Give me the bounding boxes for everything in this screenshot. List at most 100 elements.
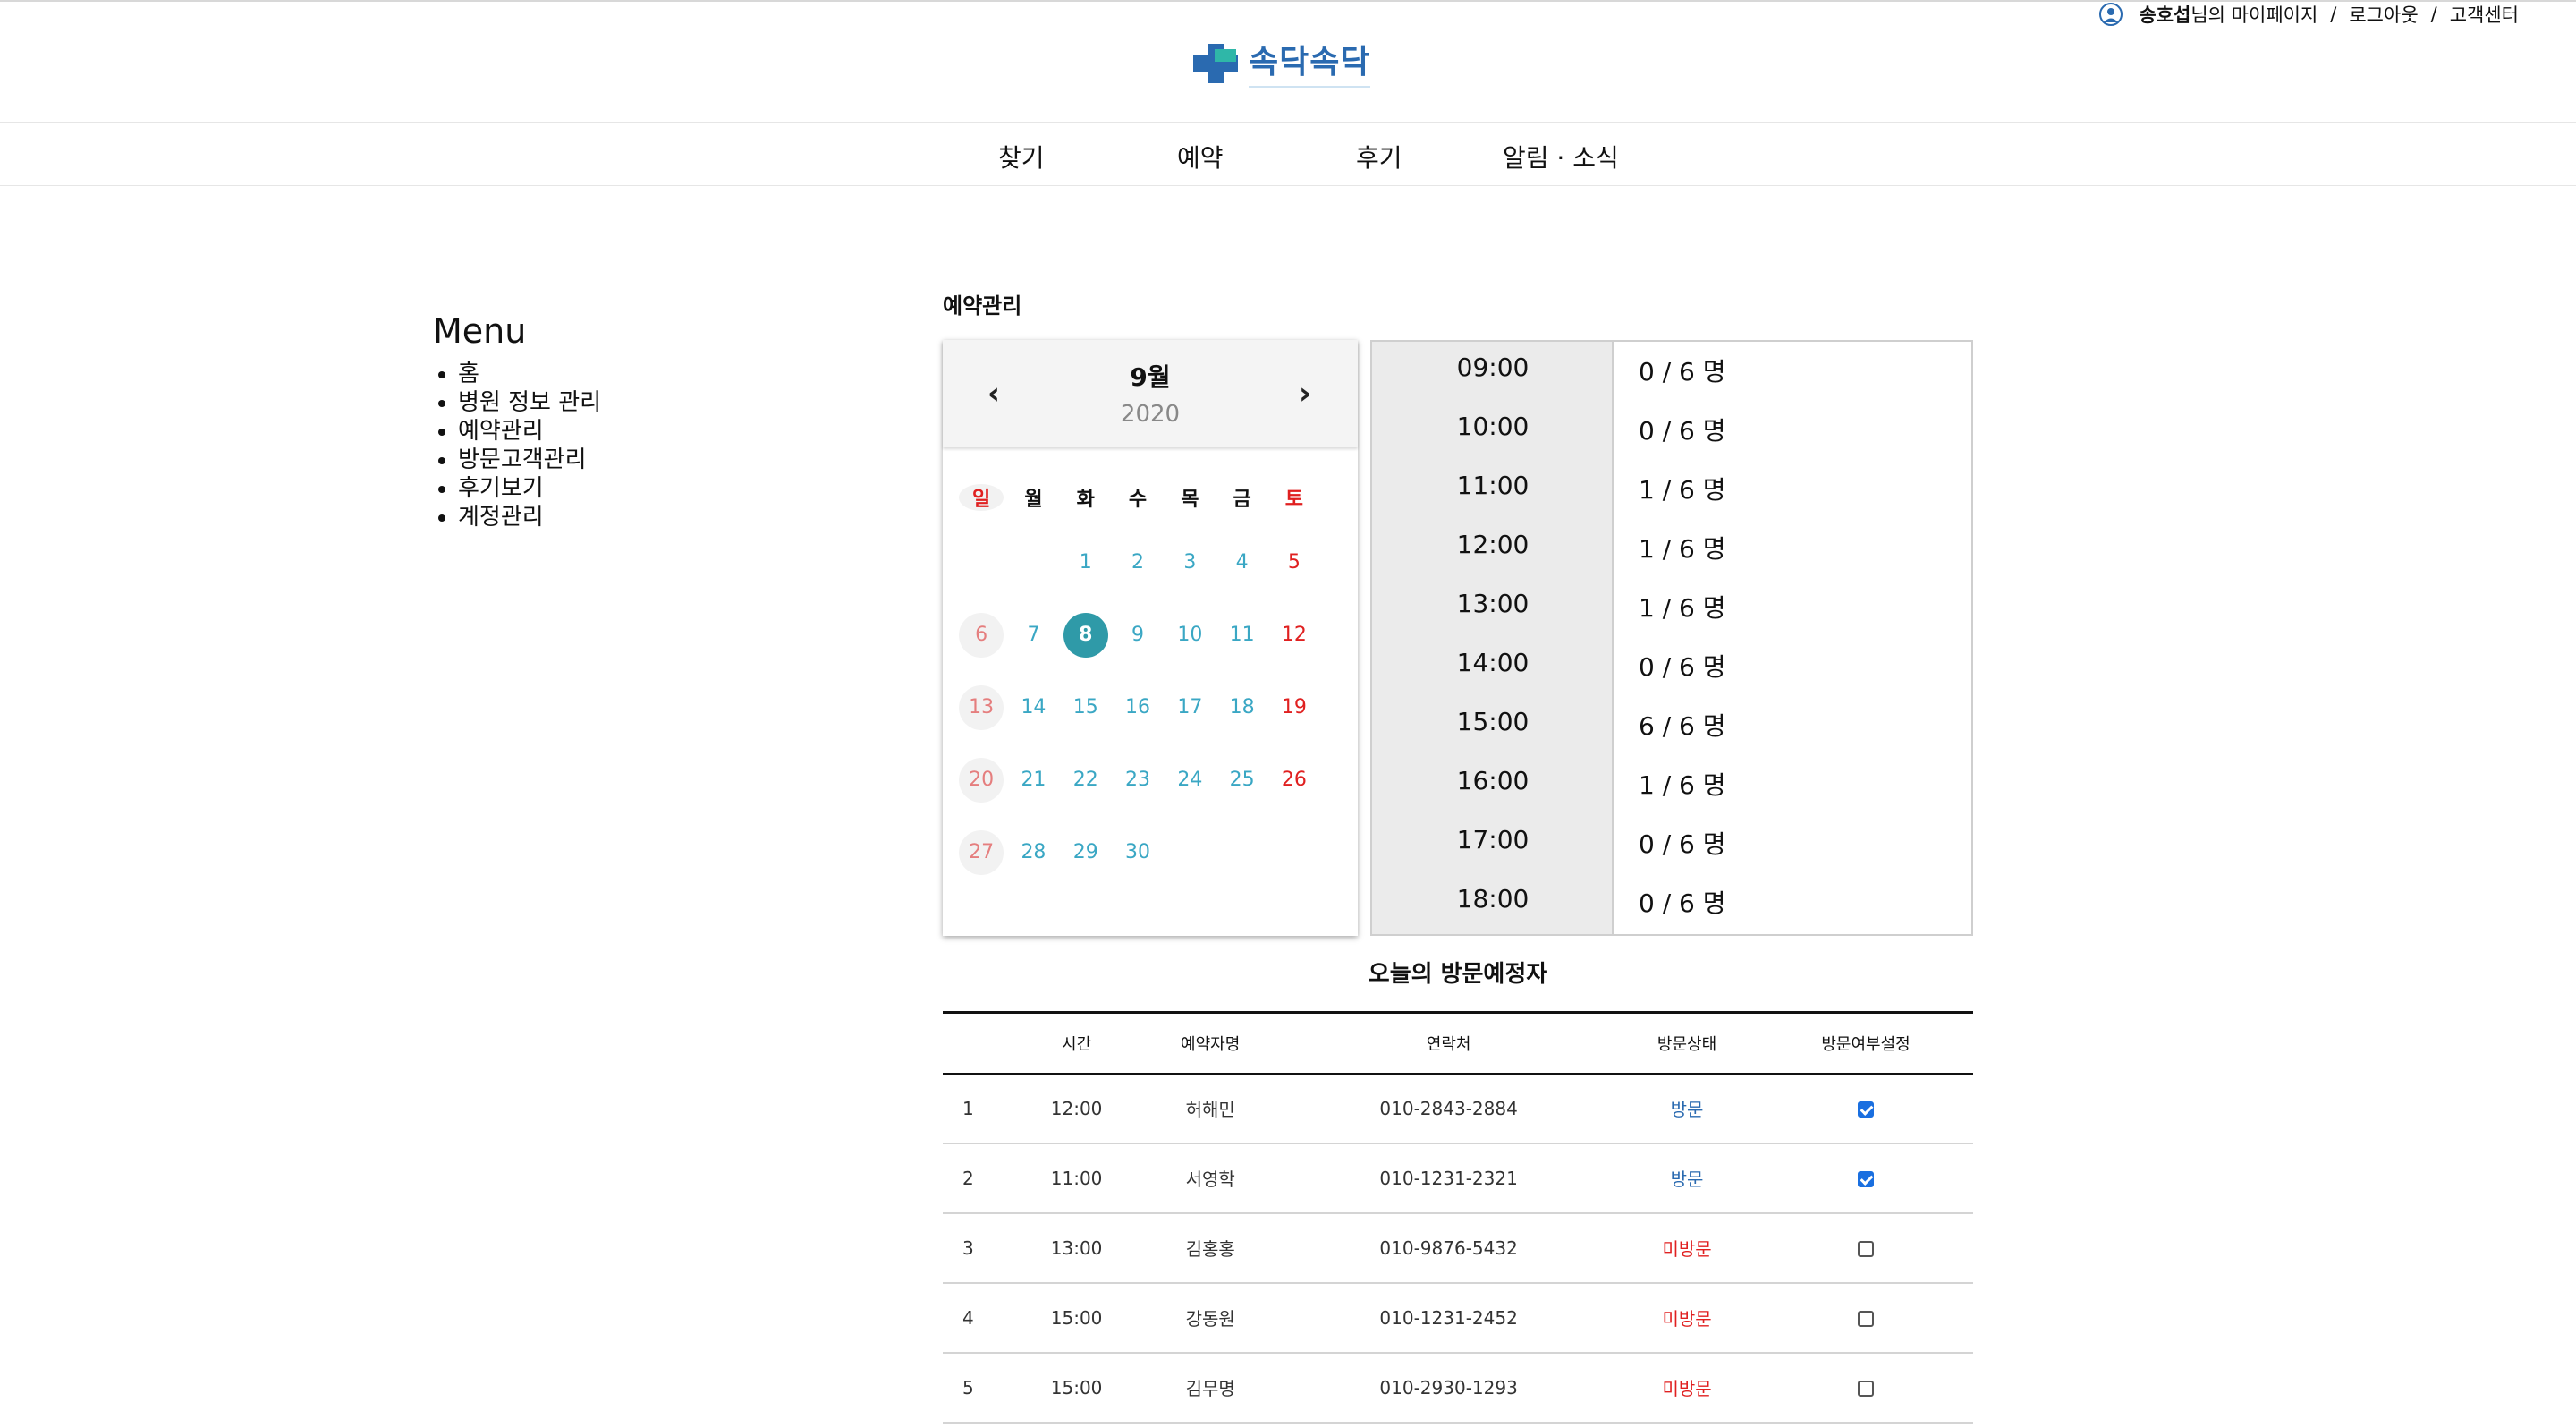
calendar-day[interactable]: 22 — [1060, 758, 1112, 803]
calendar-day[interactable]: 29 — [1060, 830, 1112, 875]
time-slot-count: 0 / 6 명 — [1639, 888, 1726, 918]
calendar-day-number: 29 — [1072, 841, 1098, 863]
calendar-day-number: 16 — [1125, 696, 1151, 718]
calendar-day-number: 4 — [1235, 551, 1249, 574]
calendar-day[interactable]: 28 — [1007, 830, 1059, 875]
phone-number: 010-2843-2884 — [1379, 1097, 1518, 1119]
time-slot-row[interactable]: 13:00 1 / 6 명 — [1372, 578, 1971, 637]
calendar-day[interactable]: 8 — [1060, 612, 1112, 658]
calendar-day-number — [959, 540, 1004, 585]
time-slot-row[interactable]: 16:00 1 / 6 명 — [1372, 755, 1971, 814]
visit-checkbox[interactable] — [1858, 1381, 1875, 1397]
calendar-day[interactable]: 3 — [1164, 540, 1216, 585]
weekday-label: 목 — [1164, 484, 1216, 511]
visit-checkbox[interactable] — [1858, 1101, 1875, 1118]
sidebar-item-home[interactable]: 홈 — [458, 360, 601, 388]
time-slot-table: 09:00 0 / 6 명 10:00 0 / 6 명 11:00 1 / 6 명 12:0… — [1370, 340, 1973, 936]
calendar-day[interactable]: 10 — [1164, 613, 1216, 658]
separator: / — [2330, 4, 2337, 25]
time-slot-time: 14:00 — [1456, 648, 1530, 677]
column-header: 방문상태 — [1657, 1034, 1717, 1054]
calendar-day[interactable]: 2 — [1112, 540, 1164, 585]
calendar-day-number: 5 — [1287, 551, 1301, 574]
visit-checkbox[interactable] — [1858, 1241, 1875, 1257]
time-slot-time: 13:00 — [1456, 589, 1530, 618]
time-slot-time: 10:00 — [1456, 412, 1530, 441]
visit-toggle-cell — [1758, 1143, 1973, 1213]
calendar-day[interactable]: 1 — [1060, 540, 1112, 585]
calendar-day-number: 23 — [1125, 769, 1151, 791]
calendar-day[interactable]: 16 — [1112, 685, 1164, 730]
weekday-text: 화 — [1076, 489, 1095, 511]
calendar-day[interactable]: 25 — [1216, 758, 1267, 803]
weekday-text: 목 — [1181, 489, 1199, 511]
calendar-day-number: 8 — [1063, 612, 1108, 658]
calendar-day-number: 24 — [1177, 769, 1203, 791]
user-icon — [2099, 3, 2123, 26]
calendar-day[interactable]: 13 — [955, 684, 1007, 730]
time-slot-row[interactable]: 11:00 1 / 6 명 — [1372, 460, 1971, 519]
sidebar-item-account[interactable]: 계정관리 — [458, 503, 601, 531]
patient-name: 서영학 — [1185, 1169, 1235, 1190]
calendar-day[interactable]: 30 — [1112, 830, 1164, 875]
mypage-link[interactable]: 송호섭님의 마이페이지 — [2139, 1, 2318, 28]
calendar-day-number — [1011, 540, 1055, 585]
visit-time: 13:00 — [1050, 1237, 1103, 1259]
calendar-day[interactable]: 15 — [1060, 685, 1112, 730]
time-slot-row[interactable]: 17:00 0 / 6 명 — [1372, 814, 1971, 873]
calendar-day-number: 12 — [1281, 624, 1307, 646]
time-slot-row[interactable]: 09:00 0 / 6 명 — [1372, 342, 1971, 401]
calendar-day-number: 2 — [1131, 551, 1145, 574]
calendar-day[interactable]: 5 — [1268, 540, 1320, 585]
calendar-day-number: 22 — [1072, 769, 1098, 791]
calendar-day-number: 19 — [1281, 696, 1307, 718]
calendar-empty-cell — [1164, 830, 1216, 875]
mypage-label: 님의 마이페이지 — [2190, 4, 2318, 26]
calendar-day[interactable]: 27 — [955, 829, 1007, 875]
sidebar-item-reservations[interactable]: 예약관리 — [458, 417, 601, 446]
calendar-day[interactable]: 19 — [1268, 685, 1320, 730]
nav-item-find[interactable]: 찾기 — [998, 139, 1045, 174]
calendar-day[interactable]: 9 — [1112, 613, 1164, 658]
visit-checkbox[interactable] — [1858, 1171, 1875, 1187]
nav-item-reviews[interactable]: 후기 — [1356, 139, 1402, 174]
time-slot-row[interactable]: 12:00 1 / 6 명 — [1372, 519, 1971, 578]
chevron-right-icon[interactable]: › — [1292, 376, 1318, 412]
sidebar-item-reviews[interactable]: 후기보기 — [458, 474, 601, 503]
calendar-day[interactable]: 12 — [1268, 613, 1320, 658]
calendar-day-number: 28 — [1021, 841, 1046, 863]
time-slot-row[interactable]: 15:00 6 / 6 명 — [1372, 696, 1971, 755]
time-slot-row[interactable]: 14:00 0 / 6 명 — [1372, 637, 1971, 696]
calendar-day[interactable]: 14 — [1007, 685, 1059, 730]
sidebar-item-visitors[interactable]: 방문고객관리 — [458, 446, 601, 474]
visit-toggle-cell — [1758, 1353, 1973, 1423]
calendar-day[interactable]: 18 — [1216, 685, 1267, 730]
calendar-day[interactable]: 4 — [1216, 540, 1267, 585]
patient-name: 김무명 — [1185, 1378, 1235, 1399]
calendar-day[interactable]: 17 — [1164, 685, 1216, 730]
menu-list: 홈 병원 정보 관리 예약관리 방문고객관리 후기보기 계정관리 — [433, 360, 601, 531]
calendar-day[interactable]: 7 — [1007, 613, 1059, 658]
nav-item-reservation[interactable]: 예약 — [1177, 139, 1224, 174]
logout-link[interactable]: 로그아웃 — [2349, 1, 2418, 28]
calendar-day[interactable]: 20 — [955, 757, 1007, 803]
calendar-day[interactable]: 26 — [1268, 758, 1320, 803]
calendar-day[interactable]: 6 — [955, 612, 1007, 658]
visit-status: 미방문 — [1662, 1308, 1712, 1330]
calendar-day[interactable]: 21 — [1007, 758, 1059, 803]
support-link[interactable]: 고객센터 — [2450, 1, 2519, 28]
phone-number: 010-2930-1293 — [1379, 1376, 1518, 1398]
calendar-day[interactable]: 11 — [1216, 613, 1267, 658]
visit-checkbox[interactable] — [1858, 1311, 1875, 1327]
nav-item-news[interactable]: 알림 · 소식 — [1503, 139, 1619, 174]
calendar-day-number: 11 — [1229, 624, 1255, 646]
table-row: 2 11:00 서영학 010-1231-2321 방문 — [943, 1143, 1973, 1213]
site-logo[interactable]: 속닥속닥 — [1190, 36, 1371, 88]
time-slot-row[interactable]: 18:00 0 / 6 명 — [1372, 873, 1971, 932]
calendar-day[interactable]: 23 — [1112, 758, 1164, 803]
visit-time: 11:00 — [1050, 1167, 1103, 1189]
calendar-day[interactable]: 24 — [1164, 758, 1216, 803]
sidebar-item-hospital-info[interactable]: 병원 정보 관리 — [458, 388, 601, 417]
time-slot-count: 1 / 6 명 — [1639, 770, 1726, 800]
time-slot-row[interactable]: 10:00 0 / 6 명 — [1372, 401, 1971, 460]
